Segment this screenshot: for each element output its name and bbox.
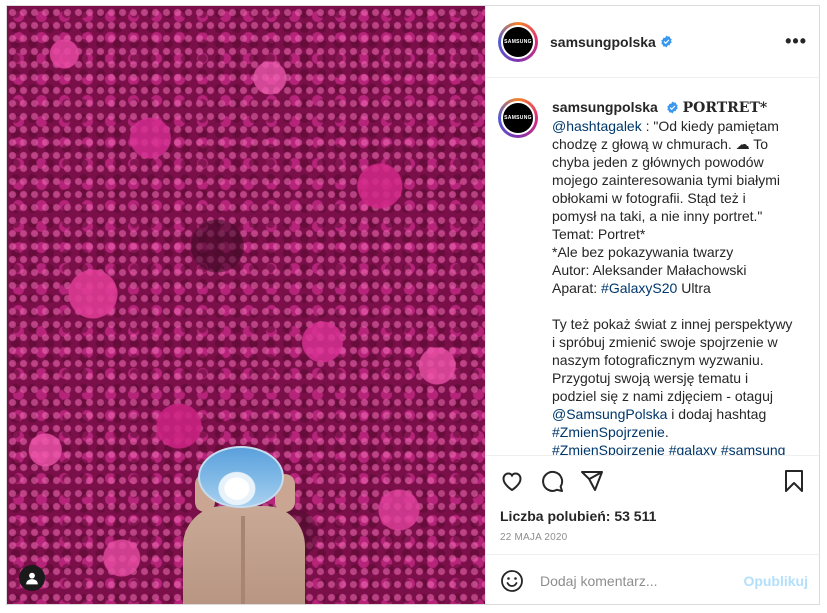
- avatar: SAMSUNG: [501, 24, 535, 59]
- post-header: SAMSUNG samsungpolska •••: [486, 6, 819, 78]
- heart-icon[interactable]: [500, 469, 524, 493]
- comment-composer: Opublikuj: [486, 554, 819, 604]
- post-dialog: SAMSUNG samsungpolska ••• SAMSUNG samsun…: [6, 5, 820, 605]
- caption-line: obłokami w fotografii. Stąd też i: [552, 190, 746, 206]
- post-sidebar: SAMSUNG samsungpolska ••• SAMSUNG samsun…: [485, 6, 819, 604]
- caption-line: i spróbuj zmienić swoje spojrzenie w: [552, 334, 778, 350]
- caption-line: mojego zainteresowania tymi białymi: [552, 172, 780, 188]
- smile-icon[interactable]: [500, 569, 524, 593]
- caption-text-segment: : "Od kiedy pamiętam: [641, 118, 779, 134]
- mention-link[interactable]: @hashtagalek: [552, 118, 642, 134]
- caption-line: Przygotuj swoją wersję tematu i: [552, 370, 749, 386]
- hashtag-link[interactable]: #GalaxyS20: [601, 280, 677, 296]
- caption-story-ring[interactable]: SAMSUNG: [498, 98, 538, 138]
- post-date[interactable]: 22 MAJA 2020: [500, 532, 806, 543]
- caption-line: podziel się z nami zdjęciem - otaguj: [552, 388, 773, 404]
- mention-link[interactable]: @SamsungPolska: [552, 406, 667, 422]
- action-icons: [500, 466, 806, 496]
- caption-text-segment: i dodaj hashtag: [667, 406, 767, 422]
- user-icon: [26, 572, 38, 585]
- caption-line: Autor: Aleksander Małachowski: [552, 262, 747, 278]
- action-bar: Liczba polubień: 53 511 22 MAJA 2020: [486, 455, 819, 554]
- camera-prefix: Aparat:: [552, 280, 602, 296]
- verified-badge-icon: [661, 35, 672, 48]
- hashtag-link[interactable]: #ZmienSpojrzenie: [552, 424, 665, 440]
- hashtag-line-cut[interactable]: #ZmienSpojrzenie #galaxy #samsung: [552, 441, 806, 455]
- caption-line: pomysł na taki, a nie inny portret.": [552, 208, 763, 224]
- caption-line: *Ale bez pokazywania twarzy: [552, 244, 734, 260]
- tagged-users-button[interactable]: [19, 565, 45, 591]
- story-ring[interactable]: SAMSUNG: [498, 21, 538, 62]
- likes-count[interactable]: Liczba polubień: 53 511: [500, 508, 806, 524]
- post-photo[interactable]: [7, 6, 485, 604]
- caption-line: chodzę z głową w chmurach. ☁ To: [552, 136, 769, 152]
- caption-line: Temat: Portret*: [552, 226, 646, 242]
- bookmark-icon[interactable]: [782, 469, 806, 493]
- caption-title: PORTRET*: [682, 100, 768, 116]
- caption-text-segment: .: [664, 424, 669, 440]
- publish-button[interactable]: Opublikuj: [743, 573, 808, 589]
- caption-line: Ty też pokaż świat z innej perspektywy: [552, 316, 793, 332]
- caption-text: samsungpolska PORTRET* @hashtagalek : "O…: [552, 98, 806, 455]
- person-figure: [183, 506, 305, 604]
- sky-mirror: [198, 446, 284, 508]
- caption-line: chyba jeden z głównych powodów: [552, 154, 764, 170]
- caption-avatar: SAMSUNG: [501, 101, 535, 135]
- caption-username[interactable]: samsungpolska: [552, 99, 658, 115]
- caption: SAMSUNG samsungpolska PORTRET* @hashtaga…: [498, 98, 808, 455]
- comment-icon[interactable]: [540, 469, 564, 493]
- caption-verified-badge-icon: [667, 101, 678, 114]
- caption-line: naszym fotograficznym wyzwaniu.: [552, 352, 764, 368]
- comment-input[interactable]: [540, 572, 744, 589]
- share-icon[interactable]: [580, 469, 604, 493]
- camera-suffix: Ultra: [677, 280, 711, 296]
- more-options-icon[interactable]: •••: [785, 31, 807, 52]
- header-username[interactable]: samsungpolska: [550, 34, 656, 50]
- comments-area: SAMSUNG samsungpolska PORTRET* @hashtaga…: [486, 78, 819, 455]
